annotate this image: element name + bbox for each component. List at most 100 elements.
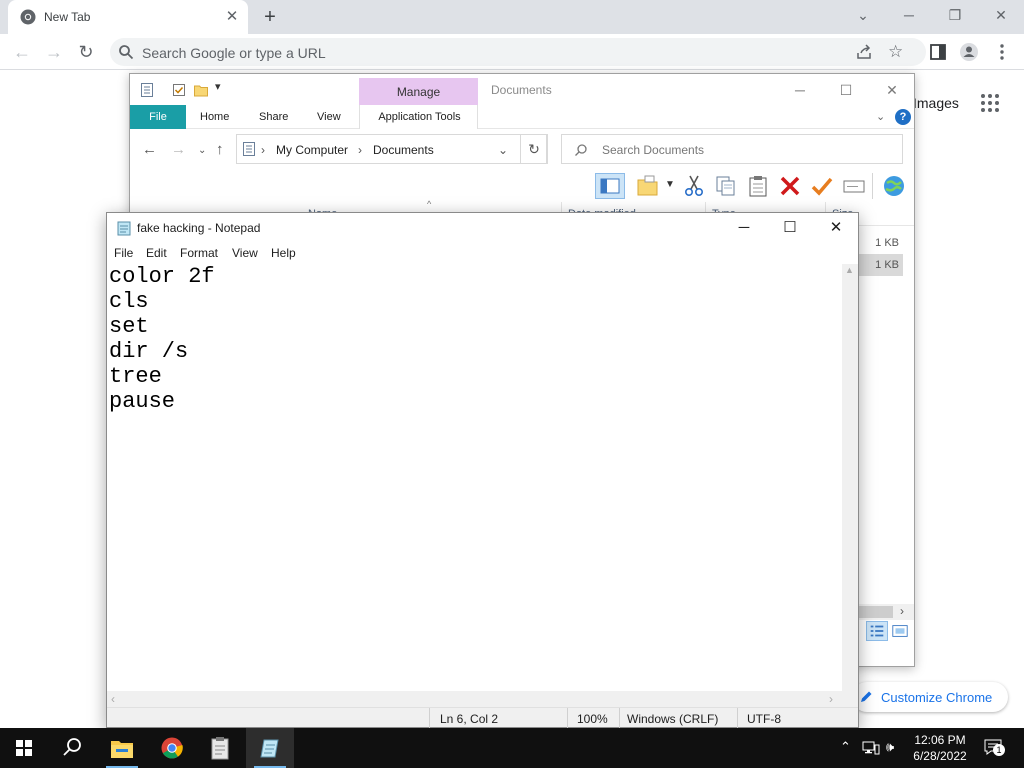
explorer-forward-icon[interactable]: → [171, 141, 186, 158]
address-bar[interactable]: › My Computer › Documents ⌄ [236, 134, 547, 164]
details-view-icon[interactable] [866, 621, 888, 641]
google-apps-icon[interactable] [980, 93, 1000, 113]
up-arrow-icon[interactable]: ↑ [216, 141, 224, 158]
taskbar-notepad-doc[interactable] [196, 728, 244, 768]
explorer-minimize-button[interactable]: ─ [780, 78, 820, 102]
chrome-tab-new-tab[interactable]: New Tab ✕ [8, 0, 248, 34]
command-separator [872, 173, 873, 199]
text-line: pause [109, 389, 176, 414]
ribbon-tab-share[interactable]: Share [259, 111, 288, 123]
taskbar-notepad[interactable] [246, 728, 294, 768]
scroll-right-icon[interactable]: › [829, 692, 833, 706]
ribbon-expand-icon[interactable]: ⌄ [876, 110, 885, 123]
notepad-icon [260, 739, 279, 758]
file-size-cell[interactable]: 1 KB [859, 232, 903, 254]
network-icon[interactable] [862, 740, 880, 756]
explorer-window-title: Documents [491, 83, 552, 97]
notification-badge: 1 [993, 744, 1005, 756]
breadcrumb-chevron-icon: › [261, 143, 265, 157]
new-item-icon[interactable] [636, 174, 660, 198]
breadcrumb-my-computer[interactable]: My Computer [276, 143, 348, 157]
cut-icon[interactable] [682, 174, 706, 198]
recent-locations-icon[interactable]: ⌄ [198, 145, 206, 156]
notepad-maximize-button[interactable]: ☐ [767, 213, 813, 243]
reload-button[interactable]: ↻ [72, 38, 100, 66]
scroll-left-icon[interactable]: ‹ [111, 692, 115, 706]
scrollbar-thumb[interactable] [859, 606, 893, 618]
clock-date[interactable]: 6/28/2022 [905, 749, 975, 763]
menu-help[interactable]: Help [271, 246, 296, 260]
images-link[interactable]: Images [913, 95, 959, 111]
volume-icon[interactable]: 🕪 [886, 739, 894, 755]
notepad-horizontal-scrollbar[interactable]: ‹ › [107, 691, 858, 707]
notepad-vertical-scrollbar[interactable]: ▲ [842, 264, 858, 691]
taskbar-chrome[interactable] [148, 728, 196, 768]
customize-chrome-button[interactable]: Customize Chrome [852, 682, 1008, 712]
file-size-cell-selected[interactable]: 1 KB [859, 254, 903, 276]
quick-access-dropdown-icon[interactable]: ▾ [215, 80, 221, 93]
ribbon-tab-file[interactable]: File [130, 105, 186, 129]
explorer-horizontal-scrollbar[interactable]: › [859, 604, 914, 620]
tab-close-icon[interactable]: ✕ [224, 9, 240, 25]
menu-view[interactable]: View [232, 246, 258, 260]
status-divider [737, 708, 738, 728]
tab-title: New Tab [44, 10, 91, 24]
properties-checkbox-icon[interactable] [171, 82, 187, 98]
back-button[interactable]: ← [8, 38, 36, 66]
explorer-command-bar: ▼ [130, 169, 914, 202]
tab-search-icon[interactable]: ⌄ [840, 0, 886, 30]
explorer-back-icon[interactable]: ← [142, 141, 157, 158]
forward-button[interactable]: → [40, 38, 68, 66]
menu-format[interactable]: Format [180, 246, 218, 260]
scroll-up-icon[interactable]: ▲ [845, 265, 854, 275]
notepad-minimize-button[interactable]: ─ [721, 213, 767, 243]
scroll-right-icon[interactable]: › [900, 604, 904, 618]
side-panel-icon[interactable] [928, 42, 948, 62]
search-icon[interactable] [48, 728, 96, 768]
chrome-icon [161, 737, 183, 759]
menu-edit[interactable]: Edit [146, 246, 167, 260]
clock-time[interactable]: 12:06 PM [905, 733, 975, 747]
text-line: cls [109, 289, 149, 314]
taskbar-file-explorer[interactable] [98, 728, 146, 768]
notepad-close-button[interactable]: ✕ [813, 213, 859, 243]
help-icon[interactable]: ? [895, 109, 911, 125]
explorer-maximize-button[interactable]: ☐ [826, 78, 866, 102]
show-hidden-icons-icon[interactable]: ⌃ [840, 739, 851, 755]
kebab-menu-icon[interactable] [992, 42, 1012, 62]
share-icon[interactable] [856, 44, 872, 60]
globe-icon[interactable] [882, 174, 906, 198]
notepad-text-area[interactable]: color 2f cls set dir /s tree pause ▲ [107, 264, 858, 691]
preview-pane-icon[interactable] [595, 173, 625, 199]
rename-icon[interactable] [842, 174, 866, 198]
restore-button[interactable]: ❐ [932, 0, 978, 30]
ribbon-tab-view[interactable]: View [317, 111, 341, 123]
search-documents-input[interactable]: Search Documents [561, 134, 903, 164]
text-line: color 2f [109, 264, 215, 289]
breadcrumb-documents[interactable]: Documents [373, 143, 434, 157]
sort-up-icon: ^ [427, 199, 432, 209]
omnibox[interactable]: Search Google or type a URL ☆ [110, 38, 926, 66]
new-item-dropdown-icon[interactable]: ▼ [665, 179, 675, 190]
ribbon-tab-home[interactable]: Home [200, 111, 229, 123]
folder-icon [111, 741, 133, 758]
checkmark-icon[interactable] [810, 174, 834, 198]
new-folder-icon[interactable] [193, 82, 209, 98]
windows-start-icon[interactable] [0, 728, 48, 768]
minimize-button[interactable]: ─ [886, 0, 932, 30]
explorer-close-button[interactable]: ✕ [872, 78, 912, 102]
menu-file[interactable]: File [114, 246, 133, 260]
paste-icon[interactable] [746, 174, 770, 198]
close-button[interactable]: ✕ [978, 0, 1024, 30]
bookmark-star-icon[interactable]: ☆ [888, 42, 903, 62]
manage-tab[interactable]: Manage [359, 78, 478, 105]
large-icons-view-icon[interactable] [889, 621, 911, 641]
delete-icon[interactable] [778, 174, 802, 198]
address-dropdown-icon[interactable]: ⌄ [498, 143, 508, 157]
manage-label: Manage [396, 85, 441, 99]
profile-avatar-icon[interactable] [959, 42, 979, 62]
ribbon-tab-application-tools[interactable]: Application Tools [359, 105, 478, 129]
new-tab-button[interactable]: + [258, 6, 282, 28]
copy-icon[interactable] [714, 174, 738, 198]
refresh-button[interactable]: ↻ [520, 134, 548, 164]
